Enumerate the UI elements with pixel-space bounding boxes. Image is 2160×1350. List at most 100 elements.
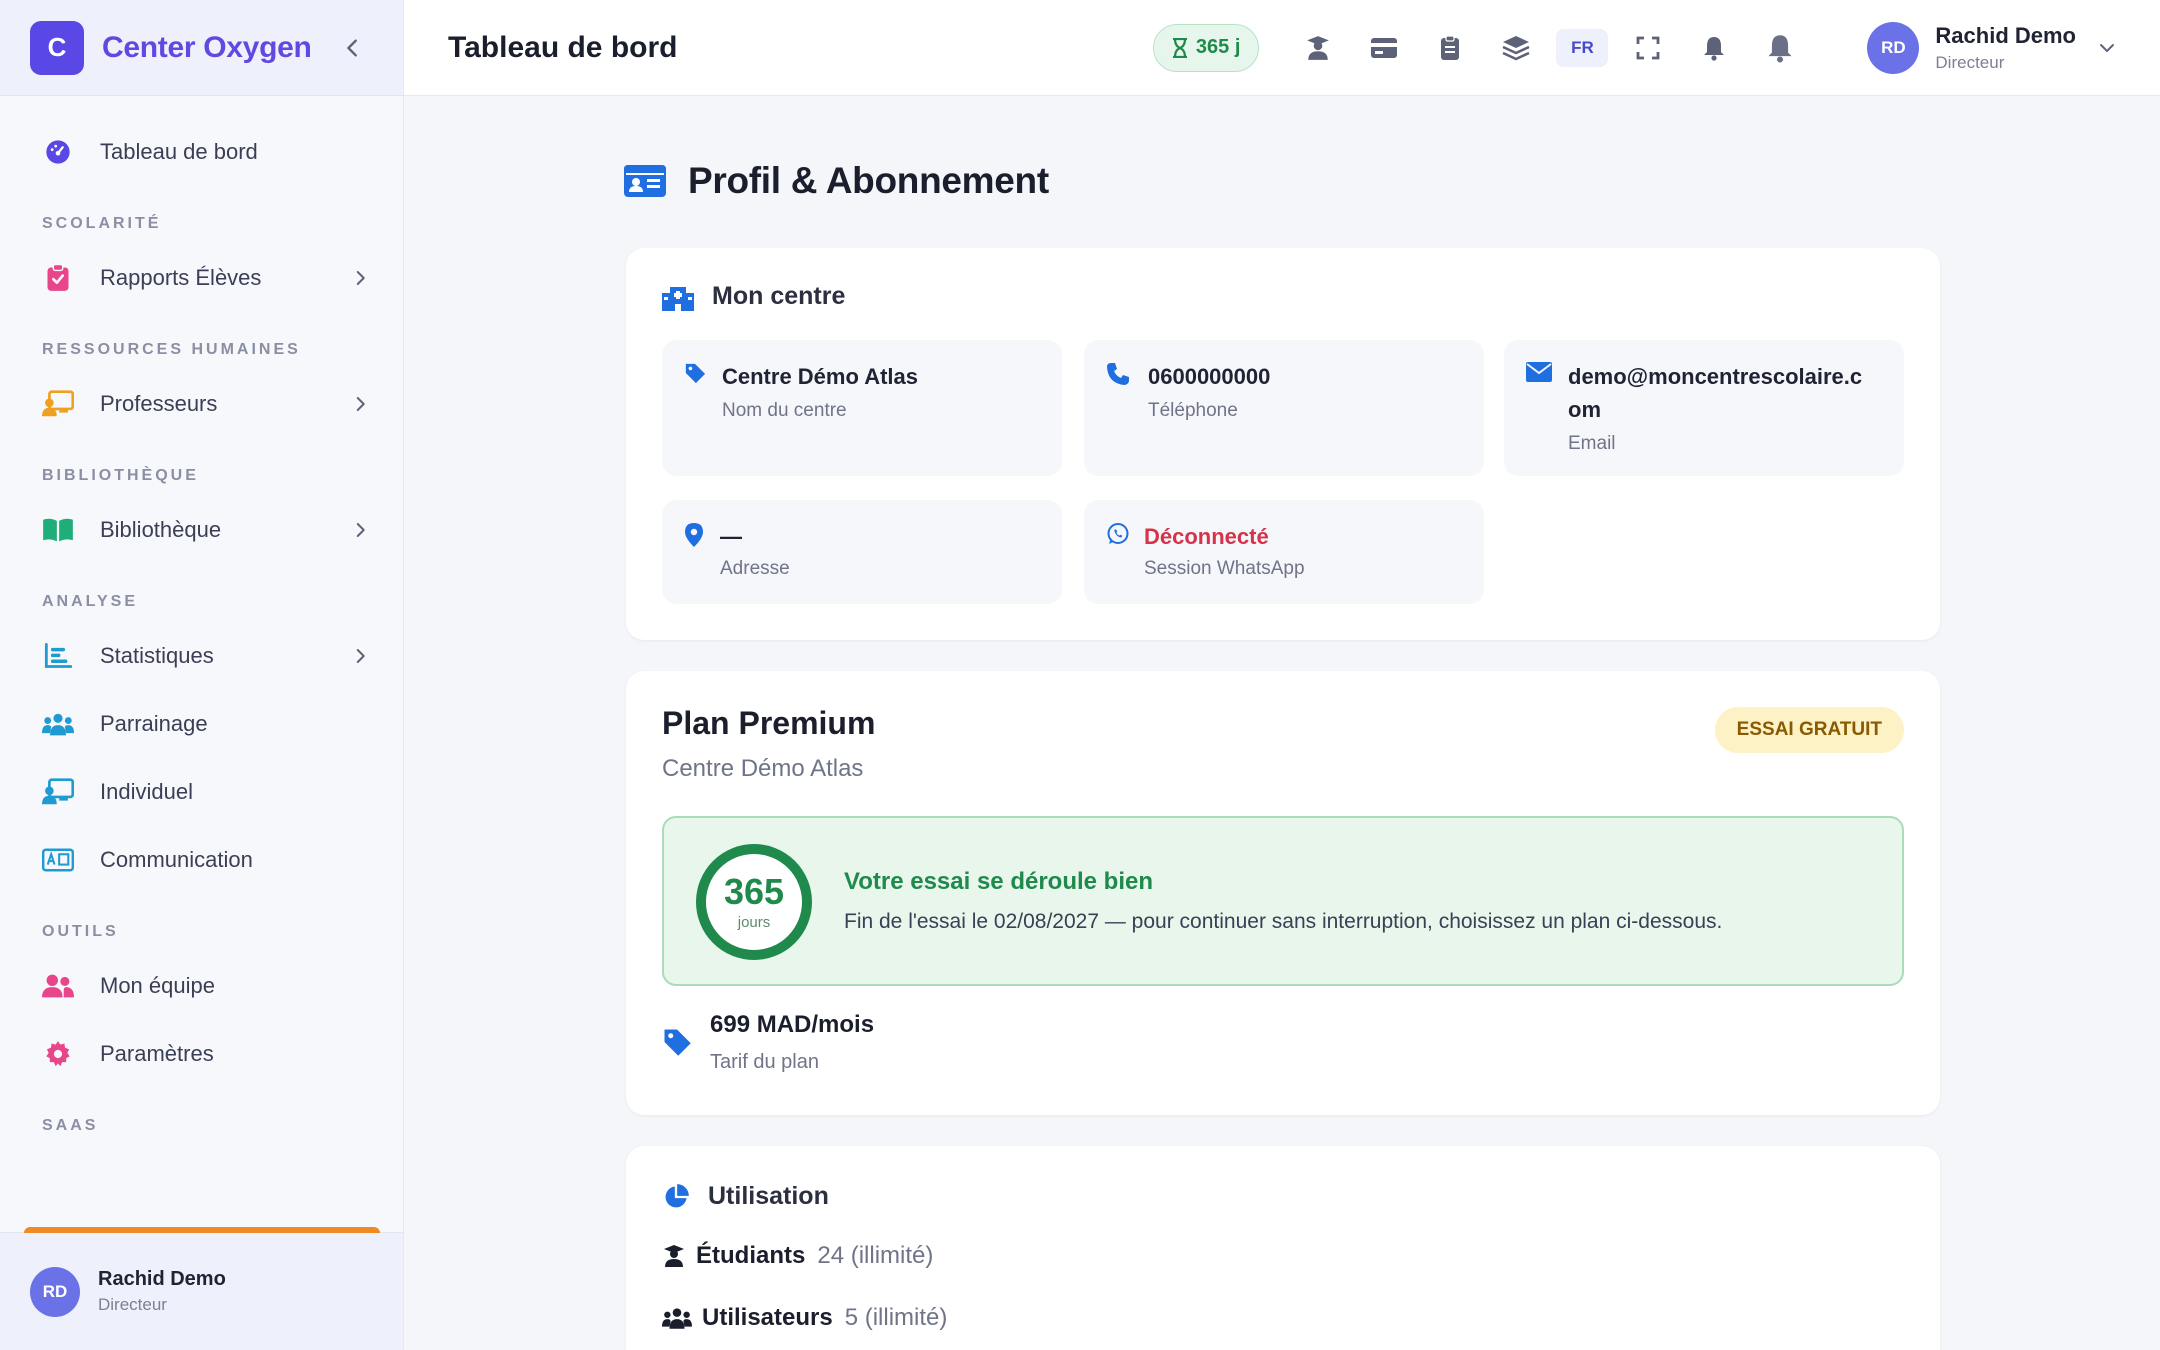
collapse-sidebar-button[interactable] bbox=[333, 28, 373, 68]
usage-users-row: Utilisateurs 5 (illimité) bbox=[662, 1304, 947, 1332]
usage-students-row: Étudiants 24 (illimité) bbox=[662, 1242, 933, 1270]
chevron-right-icon bbox=[356, 397, 365, 411]
teacher-board-icon bbox=[42, 388, 74, 420]
trial-banner: 365 jours Votre essai se déroule bien Fi… bbox=[662, 816, 1904, 986]
teacher-board-icon bbox=[42, 776, 74, 808]
topbar-title: Tableau de bord bbox=[448, 30, 678, 64]
sidebar-item-label: Individuel bbox=[100, 779, 193, 804]
centre-email-label: Email bbox=[1568, 433, 1616, 454]
section-saas: SAAS bbox=[42, 1117, 99, 1134]
bell-icon bbox=[1768, 34, 1792, 63]
language-switch[interactable]: FR bbox=[1556, 28, 1609, 67]
fullscreen-icon bbox=[1637, 36, 1660, 59]
credit-card-icon bbox=[1371, 37, 1398, 58]
layers-icon bbox=[1502, 35, 1530, 60]
sidebar: C Center Oxygen Tableau de bord SCOLARIT… bbox=[0, 0, 404, 1350]
trial-days-count: 365 bbox=[723, 870, 785, 912]
sidebar-item-parametres[interactable]: Paramètres bbox=[0, 1020, 403, 1088]
alerts-button[interactable] bbox=[1747, 23, 1813, 73]
centre-card: Mon centre Centre Démo Atlas Nom du cent… bbox=[626, 248, 1940, 640]
trial-days-ring: 365 jours bbox=[696, 844, 812, 960]
plan-card: Plan Premium Centre Démo Atlas ESSAI GRA… bbox=[626, 671, 1940, 1115]
section-rh: RESSOURCES HUMAINES bbox=[42, 341, 301, 358]
hourglass-icon bbox=[1172, 37, 1187, 58]
sidebar-item-label: Communication bbox=[100, 847, 253, 872]
avatar: RD bbox=[30, 1266, 80, 1317]
gear-icon bbox=[42, 1038, 74, 1070]
sidebar-item-label: Tableau de bord bbox=[100, 139, 258, 164]
centre-address-tile: — Adresse bbox=[662, 500, 1062, 604]
usage-heading: Utilisation bbox=[708, 1182, 829, 1210]
topbar: Tableau de bord 365 j FR RD Rachid Demo … bbox=[404, 0, 2160, 96]
users-group-icon bbox=[662, 1308, 692, 1329]
sidebar-item-dashboard[interactable]: Tableau de bord bbox=[0, 118, 403, 186]
centre-address-label: Adresse bbox=[720, 558, 790, 579]
sidebar-item-professeurs[interactable]: Professeurs bbox=[0, 370, 403, 438]
user-name: Rachid Demo bbox=[1935, 22, 2076, 48]
students-button[interactable] bbox=[1285, 23, 1351, 73]
map-pin-icon bbox=[685, 523, 703, 547]
layers-button[interactable] bbox=[1483, 23, 1549, 73]
billing-button[interactable] bbox=[1351, 23, 1417, 73]
section-analyse: ANALYSE bbox=[42, 593, 138, 610]
centre-phone-label: Téléphone bbox=[1148, 400, 1238, 421]
user-role: Directeur bbox=[1935, 52, 2005, 72]
clipboard-icon bbox=[1441, 34, 1460, 60]
centre-address-value: — bbox=[720, 524, 742, 549]
centre-phone-value: 0600000000 bbox=[1148, 364, 1271, 389]
reports-button[interactable] bbox=[1417, 23, 1483, 73]
usage-card: Utilisation Étudiants 24 (illimité) Util… bbox=[626, 1146, 1940, 1350]
notifications-button[interactable] bbox=[1681, 23, 1747, 73]
brand-logo[interactable]: C bbox=[30, 20, 84, 75]
users-group-icon bbox=[42, 708, 74, 740]
brand-name[interactable]: Center Oxygen bbox=[102, 31, 312, 65]
centre-name-value: Centre Démo Atlas bbox=[722, 364, 919, 389]
trial-days-badge[interactable]: 365 j bbox=[1152, 23, 1260, 72]
clipboard-check-icon bbox=[42, 262, 74, 294]
phone-icon bbox=[1107, 363, 1129, 385]
centre-email-line-1: demo@moncentrescolaire.c bbox=[1568, 364, 1863, 389]
sidebar-item-label: Professeurs bbox=[100, 391, 218, 416]
trial-heading: Votre essai se déroule bien bbox=[844, 868, 1154, 895]
sidebar-item-equipe[interactable]: Mon équipe bbox=[0, 952, 403, 1020]
sidebar-item-communication[interactable]: Communication bbox=[0, 826, 403, 894]
sidebar-nav: Tableau de bord SCOLARITÉ Rapports Élève… bbox=[0, 96, 403, 1146]
sidebar-item-label: Statistiques bbox=[100, 643, 214, 668]
user-menu[interactable]: RD Rachid Demo Directeur bbox=[1867, 21, 2116, 74]
centre-email-line-2: om bbox=[1568, 397, 1601, 422]
sidebar-item-individuel[interactable]: Individuel bbox=[0, 758, 403, 826]
section-bibliotheque: BIBLIOTHÈQUE bbox=[42, 467, 199, 484]
sidebar-item-statistiques[interactable]: Statistiques bbox=[0, 622, 403, 690]
plan-price-value: 699 MAD/mois bbox=[710, 1011, 875, 1038]
sidebar-item-bibliotheque[interactable]: Bibliothèque bbox=[0, 496, 403, 564]
plan-title: Plan Premium bbox=[662, 705, 876, 741]
graduate-icon bbox=[1307, 35, 1330, 60]
whatsapp-status: Déconnecté bbox=[1144, 524, 1269, 549]
plan-price: 699 MAD/mois Tarif du plan bbox=[662, 1011, 874, 1074]
chevron-right-icon bbox=[356, 649, 365, 663]
page-header: Profil & Abonnement bbox=[624, 160, 1049, 202]
tag-icon bbox=[664, 1029, 691, 1056]
dashboard-icon bbox=[42, 136, 74, 168]
envelope-icon bbox=[1526, 362, 1552, 382]
centre-name-label: Nom du centre bbox=[722, 400, 847, 421]
trial-days-text: 365 j bbox=[1195, 36, 1241, 58]
bell-icon bbox=[1704, 36, 1725, 61]
chevron-right-icon bbox=[356, 523, 365, 537]
whatsapp-session-tile[interactable]: Déconnecté Session WhatsApp bbox=[1084, 500, 1484, 604]
sidebar-item-rapports[interactable]: Rapports Élèves bbox=[0, 244, 403, 312]
sidebar-user[interactable]: RD Rachid Demo Directeur bbox=[0, 1227, 403, 1350]
topbar-actions: 365 j FR RD Rachid Demo Directeur bbox=[1152, 21, 2116, 74]
pie-chart-icon bbox=[665, 1183, 689, 1207]
sidebar-item-label: Paramètres bbox=[100, 1041, 214, 1066]
fullscreen-button[interactable] bbox=[1615, 23, 1681, 73]
usage-students-value: 24 (illimité) bbox=[817, 1242, 934, 1269]
centre-heading: Mon centre bbox=[712, 282, 846, 310]
centre-email-tile: demo@moncentrescolaire.c om Email bbox=[1504, 340, 1904, 476]
whatsapp-label: Session WhatsApp bbox=[1144, 558, 1305, 579]
id-card-icon bbox=[42, 844, 74, 876]
sidebar-item-parrainage[interactable]: Parrainage bbox=[0, 690, 403, 758]
trial-days-unit: jours bbox=[737, 913, 771, 931]
sidebar-item-label: Parrainage bbox=[100, 711, 208, 736]
section-outils: OUTILS bbox=[42, 923, 119, 940]
